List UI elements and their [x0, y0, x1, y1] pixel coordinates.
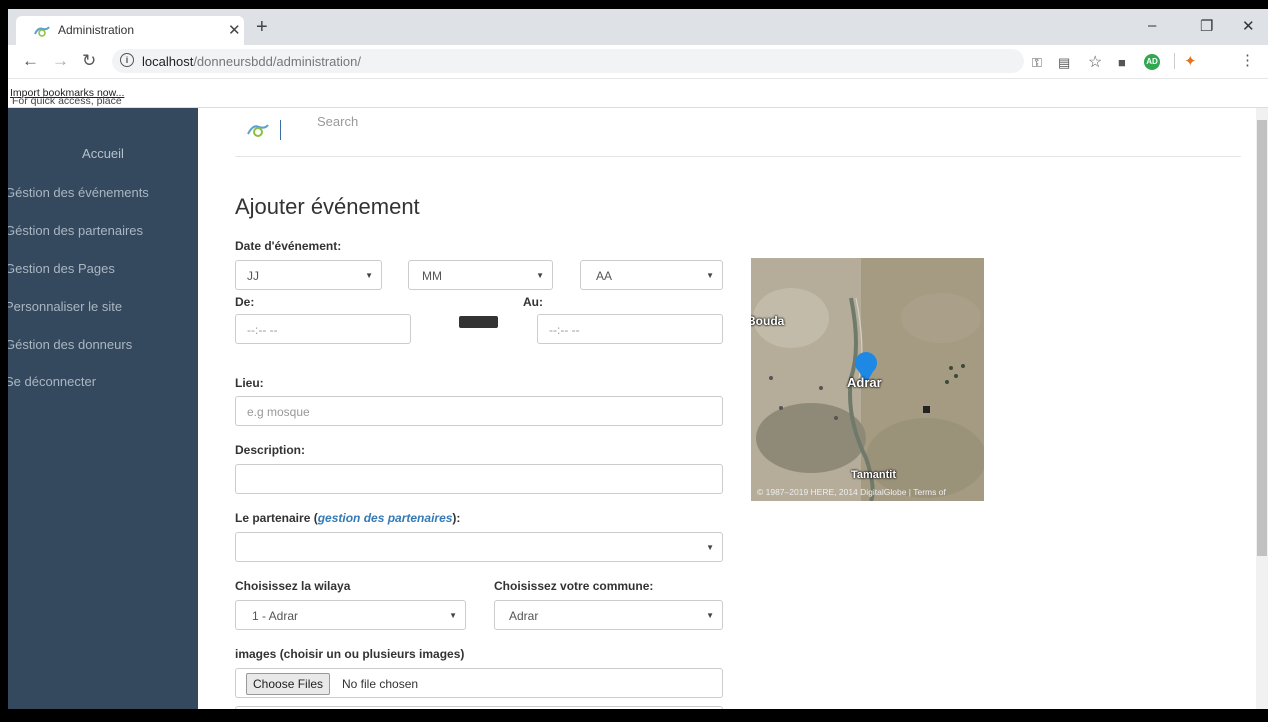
search-placeholder: Search — [317, 114, 359, 129]
profile-avatar[interactable]: AD — [1144, 54, 1160, 70]
to-label: Au: — [523, 295, 543, 309]
toolbar-divider — [1174, 53, 1175, 69]
top-navbar: Search — [235, 108, 1241, 157]
from-time-value: --:-- -- — [247, 323, 278, 337]
location-map[interactable]: Bouda Adrar Tamantit © 1987–2019 HERE, 2… — [751, 258, 984, 501]
images-label: images (choisir un ou plusieurs images) — [235, 647, 465, 661]
url-path: /donneursbdd/administration/ — [193, 54, 361, 69]
search-input[interactable]: Search — [317, 108, 677, 138]
dropdown-arrow-icon: ▼ — [536, 271, 544, 280]
page-title: Ajouter événement — [235, 194, 420, 219]
dropdown-arrow-icon: ▼ — [449, 611, 457, 620]
forward-icon[interactable]: → — [52, 51, 69, 71]
year-select-value: AA — [596, 269, 613, 283]
logo-divider — [280, 120, 281, 140]
url-text: localhost/donneursbdd/administration/ — [142, 54, 361, 69]
day-select[interactable]: JJ ▼ — [235, 260, 382, 290]
to-time-input[interactable]: --:-- -- — [537, 314, 723, 344]
dropdown-arrow-icon: ▼ — [706, 271, 714, 280]
scrollbar-thumb[interactable] — [1257, 120, 1267, 556]
map-place-label: Adrar — [847, 375, 882, 390]
lieu-input[interactable]: e.g mosque — [235, 396, 723, 426]
browser-toolbar: ← → ↻ i localhost/donneursbdd/administra… — [8, 45, 1268, 79]
url-host: localhost — [142, 54, 194, 69]
partner-label-end: ): — [452, 511, 461, 525]
new-tab-icon[interactable]: + — [256, 17, 268, 37]
translate-icon[interactable]: ▤ — [1058, 55, 1070, 71]
description-input[interactable] — [235, 464, 723, 494]
commune-select-value: Adrar — [509, 609, 539, 623]
partner-label: Le partenaire (gestion des partenaires): — [235, 511, 460, 525]
window-close-icon[interactable]: ✕ — [1242, 17, 1255, 35]
site-logo-icon[interactable] — [247, 122, 269, 143]
sidebar-item-donneurs[interactable]: Géstion des donneurs — [8, 337, 132, 352]
bookmarks-hint: For quick access, place your bookmarks h… — [10, 87, 124, 131]
extension-icon[interactable]: ✦ — [1184, 52, 1197, 70]
year-select[interactable]: AA ▼ — [580, 260, 723, 290]
dropdown-arrow-icon: ▼ — [365, 271, 373, 280]
from-label: De: — [235, 295, 255, 309]
page-scrollbar[interactable] — [1256, 108, 1268, 722]
partner-management-link[interactable]: gestion des partenaires — [318, 511, 453, 525]
wilaya-select[interactable]: 1 - Adrar ▼ — [235, 600, 466, 630]
month-select[interactable]: MM ▼ — [408, 260, 553, 290]
reload-icon[interactable]: ↻ — [82, 51, 96, 71]
partner-select[interactable]: ▼ — [235, 532, 723, 562]
commune-label: Choisissez votre commune: — [494, 579, 654, 593]
video-camera-icon[interactable]: ■ — [1118, 55, 1126, 70]
partner-label-start: Le partenaire ( — [235, 511, 318, 525]
sidebar-item-pages[interactable]: Gestion des Pages — [8, 261, 115, 276]
month-select-value: MM — [422, 269, 442, 283]
sidebar-item-personnaliser[interactable]: Personnaliser le site — [8, 299, 122, 314]
tab-strip: Administration ✕ + – ❐ ✕ — [8, 9, 1268, 45]
site-favicon-icon — [34, 24, 50, 42]
dropdown-arrow-icon: ▼ — [706, 543, 714, 552]
back-icon[interactable]: ← — [22, 51, 39, 71]
address-bar[interactable]: i localhost/donneursbdd/administration/ — [112, 49, 1024, 73]
screen-bottom-edge — [0, 709, 1268, 722]
tab-title: Administration — [58, 23, 135, 37]
bookmarks-bar: For quick access, place your bookmarks h… — [8, 79, 1268, 131]
lieu-placeholder: e.g mosque — [247, 405, 310, 419]
choose-files-button[interactable]: Choose Files — [246, 673, 331, 695]
page-content: Accueil Géstion des événements Géstion d… — [8, 108, 1256, 722]
sidebar-item-evenements[interactable]: Géstion des événements — [8, 185, 149, 200]
wilaya-select-value: 1 - Adrar — [252, 609, 299, 623]
map-copyright: © 1987–2019 HERE, 2014 DigitalGlobe | Te… — [757, 487, 946, 497]
tab-close-icon[interactable]: ✕ — [228, 21, 241, 39]
browser-tab[interactable]: Administration ✕ — [16, 16, 244, 45]
restore-icon[interactable]: ❐ — [1200, 17, 1213, 35]
sidebar-home[interactable]: Accueil — [8, 146, 198, 161]
no-file-text: No file chosen — [342, 677, 419, 691]
info-icon[interactable]: i — [120, 53, 134, 67]
date-label: Date d'événement: — [235, 239, 342, 253]
wilaya-label: Choisissez la wilaya — [235, 579, 351, 593]
dropdown-arrow-icon: ▼ — [706, 611, 714, 620]
from-time-input[interactable]: --:-- -- — [235, 314, 411, 344]
file-input[interactable]: Choose Files No file chosen — [235, 668, 723, 698]
to-time-value: --:-- -- — [549, 323, 580, 337]
sidebar: Accueil Géstion des événements Géstion d… — [8, 108, 198, 722]
commune-select[interactable]: Adrar ▼ — [494, 600, 723, 630]
browser-window: Administration ✕ + – ❐ ✕ ← → ↻ i localho… — [8, 9, 1268, 722]
sidebar-item-deconnecter[interactable]: Se déconnecter — [8, 374, 96, 389]
map-place-label: Bouda — [751, 314, 785, 328]
lieu-label: Lieu: — [235, 376, 264, 390]
color-swatch[interactable] — [459, 316, 498, 328]
map-place-label: Tamantit — [851, 469, 897, 481]
menu-icon[interactable]: ⋮ — [1240, 51, 1255, 69]
day-select-value: JJ — [247, 269, 259, 283]
key-icon[interactable]: ⚿ — [1032, 55, 1042, 71]
minimize-icon[interactable]: – — [1148, 17, 1156, 34]
description-label: Description: — [235, 443, 306, 457]
sidebar-item-partenaires[interactable]: Géstion des partenaires — [8, 223, 143, 238]
bookmark-star-icon[interactable]: ☆ — [1088, 52, 1102, 72]
